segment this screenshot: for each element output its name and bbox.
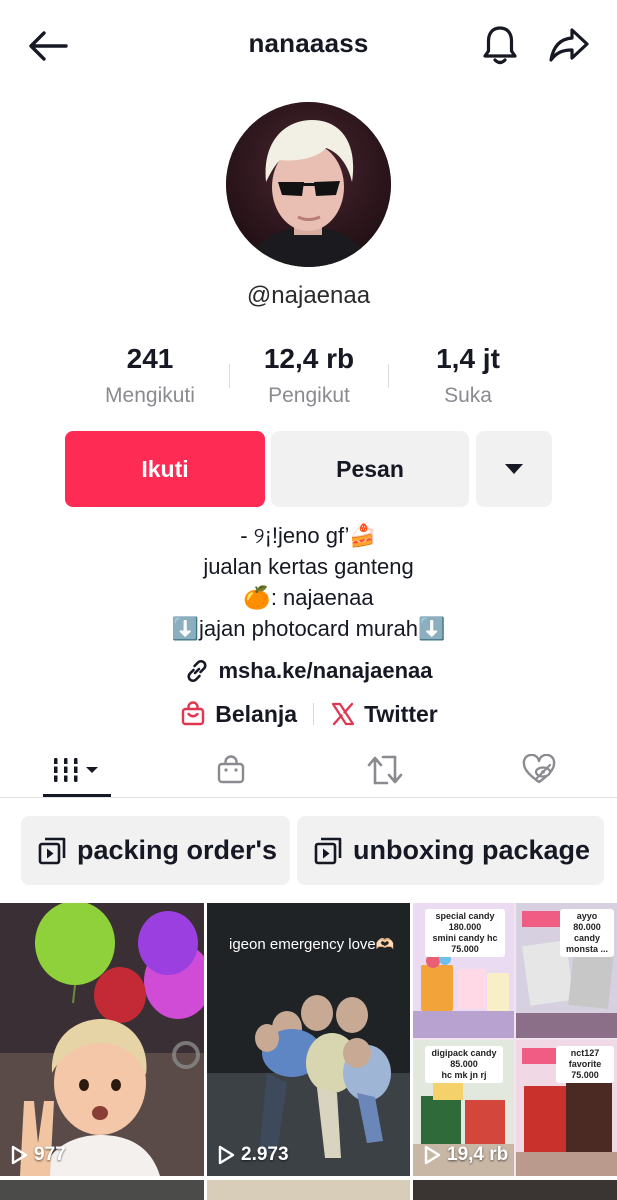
stat-following[interactable]: 241 Mengikuti (70, 340, 230, 408)
view-count-text: 2.973 (241, 1144, 289, 1165)
playlist-icon (38, 837, 66, 864)
profile-handle: @najaenaa (246, 282, 371, 309)
avatar[interactable] (226, 102, 391, 267)
video-tile[interactable]: special candy 180.000 smini candy hc 75.… (413, 903, 617, 1176)
bio-line: ⬇️jajan photocard murah⬇️ (171, 616, 446, 641)
tab-shop[interactable] (154, 742, 308, 797)
video-tile-partial[interactable] (0, 1180, 204, 1200)
shop-bag-icon (217, 754, 245, 783)
view-count-text: 19,4 rb (447, 1144, 509, 1165)
video-tile[interactable]: igeon emergency love🫶🏻 2.973 (207, 903, 410, 1176)
product-panel: special candy 180.000 smini candy hc 75.… (413, 903, 514, 1038)
play-icon (11, 1145, 28, 1165)
playlist-chip[interactable]: unboxing package (297, 816, 604, 885)
view-count-text: 977 (34, 1144, 66, 1165)
share-icon[interactable] (542, 20, 596, 70)
playlist-label: packing order's (77, 835, 277, 865)
profile-actions: Ikuti Pesan (0, 431, 617, 507)
profile-stats: 241 Mengikuti 12,4 rb Pengikut 1,4 jt Su… (0, 340, 617, 415)
product-panel: nct127 favorite 75.000 (516, 1040, 617, 1176)
stat-value: 1,4 jt (436, 343, 500, 374)
view-count: 19,4 rb (423, 1144, 508, 1166)
stat-label: Pengikut (268, 384, 350, 407)
bio-line: 🍊: najaenaa (243, 585, 374, 610)
video-grid: 977 igeon emergency love🫶🏻 2.973 special… (0, 903, 617, 1200)
content-tabs (0, 742, 617, 798)
playlist-chip[interactable]: packing order's (21, 816, 290, 885)
product-price-label: ayyo 80.000 candy monsta ... (560, 909, 614, 957)
tab-liked[interactable] (462, 742, 616, 797)
video-tile-partial[interactable] (413, 1180, 617, 1200)
link-icon (187, 659, 208, 683)
grid-bars-dropdown-icon (52, 757, 98, 782)
playlist-chips: packing order's unboxing package (0, 816, 617, 886)
video-thumbnail (0, 903, 204, 1176)
view-count: 977 (10, 1144, 66, 1166)
product-price-label: nct127 favorite 75.000 (556, 1046, 614, 1083)
follow-button[interactable]: Ikuti (65, 431, 265, 507)
stat-value: 12,4 rb (263, 343, 355, 374)
link-text: msha.ke/nanajaenaa (218, 658, 433, 683)
divider (313, 703, 315, 725)
product-price-label: digipack candy 85.000 hc mk jn rj (425, 1046, 503, 1083)
play-icon (218, 1145, 235, 1165)
shop-label: Belanja (215, 700, 298, 727)
username-title: nanaaass (248, 28, 369, 58)
bio-line: - ୨¡!jeno gf’🍰 (240, 523, 377, 548)
active-tab-indicator (43, 794, 111, 797)
video-tile-partial[interactable] (207, 1180, 410, 1200)
profile-link[interactable]: msha.ke/nanajaenaa (0, 655, 617, 687)
playlist-icon (314, 837, 342, 864)
video-caption: igeon emergency love🫶🏻 (229, 936, 395, 953)
playlist-label: unboxing package (353, 835, 591, 865)
product-price-label: special candy 180.000 smini candy hc 75.… (425, 909, 505, 957)
bio-line: jualan kertas ganteng (203, 554, 414, 579)
message-button[interactable]: Pesan (271, 431, 469, 507)
repost-icon (367, 755, 403, 784)
stat-value: 241 (126, 343, 174, 374)
twitter-link[interactable]: Twitter (330, 701, 438, 728)
product-panel: ayyo 80.000 candy monsta ... (516, 903, 617, 1038)
video-tile[interactable]: 977 (0, 903, 204, 1176)
tab-reposts[interactable] (308, 742, 462, 797)
stat-label: Mengikuti (105, 384, 195, 407)
shopping-bag-icon (182, 701, 205, 726)
stat-followers[interactable]: 12,4 rb Pengikut (229, 340, 389, 408)
shop-link[interactable]: Belanja (179, 700, 297, 728)
back-icon[interactable] (22, 22, 74, 70)
view-count: 2.973 (217, 1144, 289, 1166)
bell-icon[interactable] (474, 20, 526, 70)
more-dropdown-button[interactable] (476, 431, 552, 507)
profile-extras: Belanja Twitter (0, 697, 617, 731)
twitter-label: Twitter (364, 700, 438, 727)
stat-likes[interactable]: 1,4 jt Suka (388, 340, 548, 408)
tab-videos[interactable] (0, 742, 154, 797)
caret-down-icon (505, 464, 523, 474)
top-bar: nanaaass (0, 0, 617, 90)
play-icon (424, 1145, 441, 1165)
profile-bio: - ୨¡!jeno gf’🍰 jualan kertas ganteng 🍊: … (0, 520, 617, 644)
x-twitter-icon (331, 702, 355, 726)
heart-hidden-icon (522, 753, 556, 783)
stat-label: Suka (444, 384, 492, 407)
